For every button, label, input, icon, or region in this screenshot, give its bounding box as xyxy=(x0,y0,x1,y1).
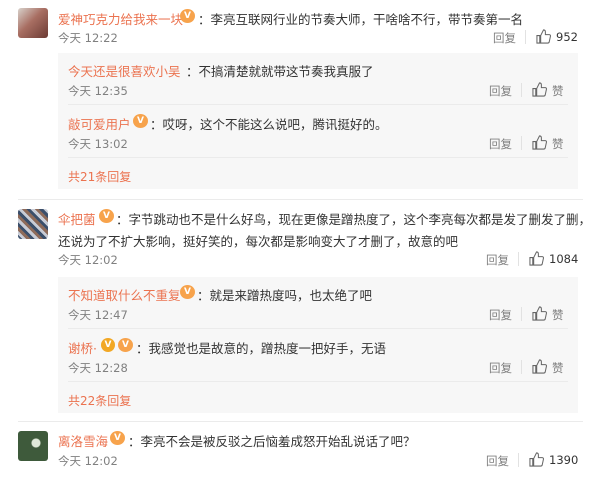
divider xyxy=(518,252,519,266)
comment-text: 还说为了不扩大影响，挺好笑的，每次都是影响变大了才删了，故意的吧 xyxy=(58,234,459,249)
more-replies-link[interactable]: 共22条回复 xyxy=(68,392,131,409)
reply-time: 今天 12:47 xyxy=(68,308,128,322)
divider xyxy=(521,83,522,97)
reply-button[interactable]: 回复 xyxy=(489,307,512,323)
reply-button[interactable]: 回复 xyxy=(486,252,509,268)
vip-badge-icon: V xyxy=(110,431,125,445)
reply-button[interactable]: 回复 xyxy=(489,360,512,376)
reply-author[interactable]: 今天还是很喜欢小吴 xyxy=(68,61,181,80)
divider xyxy=(68,157,568,158)
divider xyxy=(18,421,583,422)
vip-badge-icon: V xyxy=(180,9,195,23)
thumbs-up-icon[interactable] xyxy=(529,251,544,266)
thumbs-up-icon[interactable] xyxy=(532,82,547,97)
like-count: 952 xyxy=(556,30,578,44)
reply-time: 今天 12:35 xyxy=(68,84,128,98)
reply-author[interactable]: 敲可爱用户 xyxy=(68,114,131,133)
more-replies-link[interactable]: 共21条回复 xyxy=(68,168,131,185)
avatar[interactable] xyxy=(18,8,48,38)
reply-time: 今天 13:02 xyxy=(68,137,128,151)
comment-time: 今天 12:02 xyxy=(58,253,118,267)
comment-author[interactable]: 伞把菌 xyxy=(58,209,96,228)
thumbs-up-icon[interactable] xyxy=(532,359,547,374)
verified-v-icon: V xyxy=(101,338,115,352)
avatar[interactable] xyxy=(18,209,48,239)
divider xyxy=(521,136,522,150)
comment-text: ：李亮不会是被反驳之后恼羞成怒开始乱说话了吧？ xyxy=(128,434,416,449)
comment-author[interactable]: 爱神巧克力给我来一块 xyxy=(58,9,183,28)
divider xyxy=(521,307,522,321)
like-count: 1390 xyxy=(549,453,579,467)
reply-author[interactable]: 不知道取什么不重复 xyxy=(68,285,181,304)
reply-button[interactable]: 回复 xyxy=(489,83,512,99)
reply-text: ：我感觉也是故意的，蹭热度一把好手，无语 xyxy=(136,341,387,356)
reply-button[interactable]: 回复 xyxy=(486,453,509,469)
comment-text: ：字节跳动也不是什么好鸟，现在更像是蹭热度了，这个李亮每次都是发了删发了删， xyxy=(116,212,592,227)
thumbs-up-icon[interactable] xyxy=(532,306,547,321)
thumbs-up-icon[interactable] xyxy=(529,452,544,467)
like-label[interactable]: 赞 xyxy=(552,136,564,152)
divider xyxy=(68,328,568,329)
reply-time: 今天 12:28 xyxy=(68,361,128,375)
divider xyxy=(521,360,522,374)
comment-author[interactable]: 离洛雪海 xyxy=(58,431,108,450)
reply-button[interactable]: 回复 xyxy=(493,30,516,46)
divider xyxy=(68,381,568,382)
thumbs-up-icon[interactable] xyxy=(532,135,547,150)
comment-text: ：李亮互联网行业的节奏大师，干啥啥不行，带节奏第一名 xyxy=(198,12,524,27)
comment-time: 今天 12:22 xyxy=(58,31,118,45)
divider xyxy=(518,453,519,467)
vip-badge-icon: V xyxy=(99,209,114,223)
vip-badge-icon: V xyxy=(133,114,148,128)
like-label[interactable]: 赞 xyxy=(552,307,564,323)
divider xyxy=(525,30,526,44)
vip-badge-icon: V xyxy=(118,338,133,352)
like-label[interactable]: 赞 xyxy=(552,83,564,99)
thumbs-up-icon[interactable] xyxy=(536,29,551,44)
reply-text: ：不搞清楚就就带这节奏我真服了 xyxy=(186,64,374,79)
comment-time: 今天 12:02 xyxy=(58,454,118,468)
divider xyxy=(18,199,583,200)
reply-button[interactable]: 回复 xyxy=(489,136,512,152)
reply-author[interactable]: 谢桥· xyxy=(68,338,97,357)
divider xyxy=(68,104,568,105)
vip-badge-icon: V xyxy=(180,285,195,299)
reply-text: ：哎呀，这个不能这么说吧，腾讯挺好的。 xyxy=(150,117,388,132)
reply-text: ：就是来蹭热度吗，也太绝了吧 xyxy=(197,288,373,303)
like-count: 1084 xyxy=(549,252,579,266)
like-label[interactable]: 赞 xyxy=(552,360,564,376)
avatar[interactable] xyxy=(18,431,48,461)
